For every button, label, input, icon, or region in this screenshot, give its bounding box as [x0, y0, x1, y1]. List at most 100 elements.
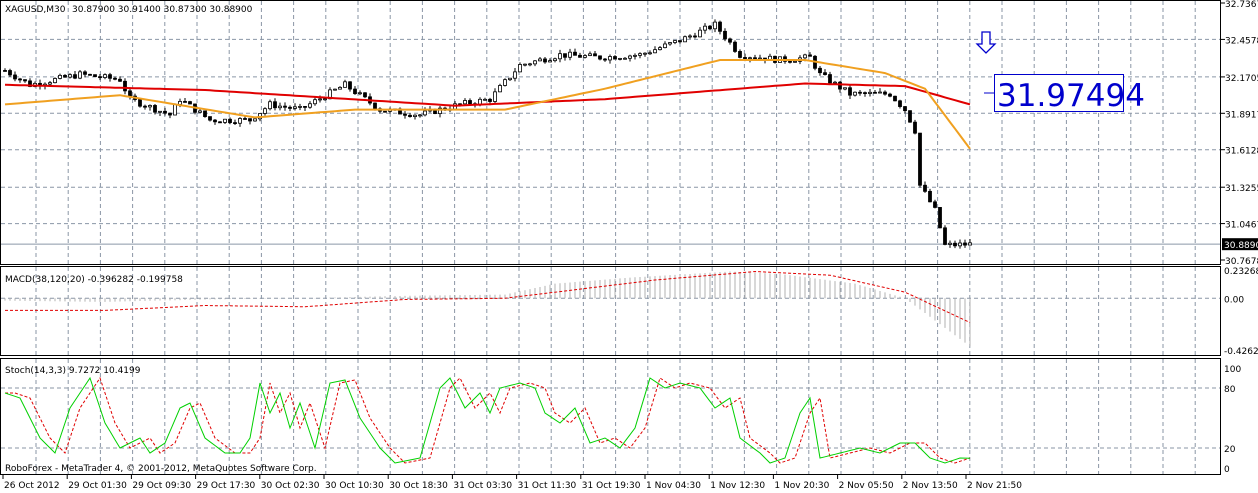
time-axis-tick: 29 Oct 09:30 — [132, 481, 191, 491]
current-price-label: 30.8890 — [1224, 241, 1258, 251]
candle — [78, 70, 82, 80]
candle — [503, 78, 507, 87]
price-annotation: 31.97494 — [997, 78, 1145, 114]
candle — [953, 240, 957, 249]
stoch-signal-line — [5, 376, 971, 464]
candle — [873, 89, 877, 94]
candle — [283, 102, 287, 111]
candle — [168, 112, 172, 119]
candle — [188, 100, 192, 105]
candle — [633, 53, 637, 60]
price-panel-border — [0, 0, 1221, 265]
time-axis-tick: 29 Oct 17:30 — [197, 481, 256, 491]
price-axis-tick: 31.3255 — [1225, 184, 1258, 194]
candle — [83, 70, 87, 78]
time-axis-tick: 2 Nov 13:50 — [903, 481, 958, 491]
candle — [303, 106, 307, 112]
candle — [883, 90, 887, 96]
candle — [683, 35, 687, 43]
price-panel[interactable] — [1, 19, 1220, 249]
candle — [693, 32, 697, 39]
candle — [868, 89, 872, 97]
time-axis-tick: 30 Oct 10:30 — [325, 481, 384, 491]
candle — [653, 46, 657, 54]
candle — [938, 207, 942, 229]
candle — [238, 117, 242, 127]
candle — [918, 132, 922, 188]
candle — [18, 77, 22, 83]
price-axis-tick: 31.0467 — [1225, 221, 1258, 231]
time-axis-tick: 30 Oct 18:30 — [389, 481, 448, 491]
candle — [673, 40, 677, 45]
candle — [38, 79, 42, 90]
candle — [108, 72, 112, 82]
time-axis-tick: 31 Oct 19:30 — [582, 481, 641, 491]
candle — [398, 107, 402, 115]
candle — [643, 52, 647, 57]
candle — [53, 77, 57, 84]
candle — [418, 113, 422, 118]
candle — [843, 87, 847, 91]
candle — [658, 45, 662, 51]
candle — [63, 74, 67, 78]
candle — [263, 107, 267, 116]
stochastic-panel[interactable] — [4, 376, 971, 464]
candle — [678, 40, 682, 44]
candle — [438, 105, 442, 118]
candle — [623, 57, 627, 60]
candle — [463, 98, 467, 106]
candle — [298, 103, 302, 111]
candle — [698, 27, 702, 38]
price-axis-tick: 30.7678 — [1225, 257, 1258, 267]
stoch-axis-tick: 80 — [1224, 385, 1236, 395]
price-axis-tick: 32.1705 — [1225, 74, 1258, 84]
candle — [348, 81, 352, 92]
candle — [483, 97, 487, 101]
candle — [648, 50, 652, 55]
candle — [98, 73, 102, 81]
candle — [288, 105, 292, 112]
candle — [143, 104, 147, 110]
stoch-axis-tick: 100 — [1224, 365, 1241, 375]
down-arrow-icon — [975, 31, 997, 54]
candle — [818, 66, 822, 76]
candle — [963, 239, 967, 248]
candle — [3, 68, 7, 72]
candle — [248, 118, 252, 125]
candle — [943, 225, 947, 246]
candle — [923, 181, 927, 193]
macd-label: MACD(38,120,20) -0.396282 -0.199758 — [5, 275, 183, 285]
time-axis-tick: 1 Nov 20:30 — [774, 481, 829, 491]
candle — [663, 41, 667, 49]
candle — [363, 92, 367, 99]
candle — [708, 25, 712, 31]
candle — [383, 110, 387, 113]
candle — [628, 54, 632, 62]
candle — [343, 79, 347, 88]
trading-chart[interactable]: 32.7367 32.4578 32.1705 31.8917 31.6128 31.32… — [0, 0, 1258, 493]
candle — [863, 91, 867, 97]
candle — [668, 42, 672, 46]
candle — [68, 73, 72, 79]
candle — [948, 240, 952, 248]
stoch-label: Stoch(14,3,3) 9.7272 10.4199 — [5, 366, 141, 376]
candle — [718, 20, 722, 35]
candle — [278, 102, 282, 111]
candle — [723, 28, 727, 42]
candle — [588, 51, 592, 57]
candle — [958, 239, 962, 249]
copyright-label: RoboForex - MetaTrader 4, © 2001-2012, M… — [5, 464, 317, 474]
candle — [573, 48, 577, 56]
candle — [338, 86, 342, 90]
time-axis-tick: 30 Oct 02:30 — [261, 481, 320, 491]
candle — [928, 188, 932, 203]
stoch-main-line — [4, 376, 971, 464]
candle — [878, 88, 882, 94]
candle — [858, 90, 862, 96]
candle — [893, 95, 897, 102]
candle — [233, 119, 237, 126]
candle — [618, 57, 622, 61]
candle — [413, 114, 417, 120]
candle — [533, 60, 537, 67]
candle — [223, 118, 227, 124]
